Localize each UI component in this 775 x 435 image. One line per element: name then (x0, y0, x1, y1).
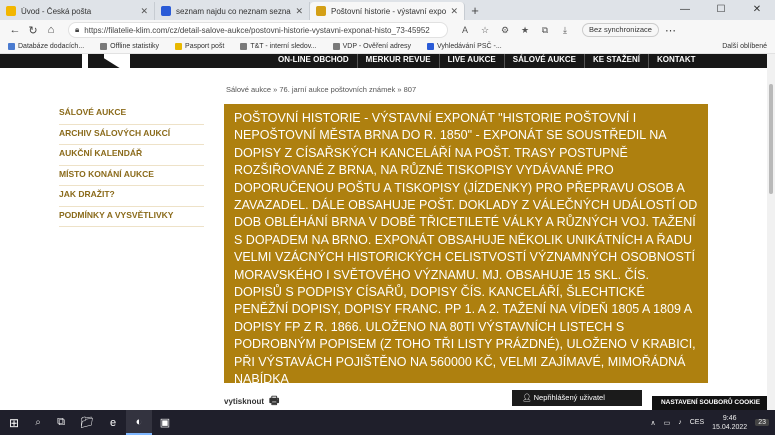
store-icon[interactable]: ▣ (152, 410, 178, 435)
bookmark-icon (8, 43, 15, 50)
download-icon[interactable]: ⤓ (558, 25, 572, 36)
page-scrollbar[interactable] (767, 54, 775, 410)
browser-tab-bar: Úvod - Česká pošta ✕ seznam najdu co nez… (0, 0, 775, 20)
nav-ke-stazeni[interactable]: KE STAŽENÍ (584, 54, 648, 68)
tab-title: Úvod - Česká pošta (21, 6, 92, 16)
sidebar-menu: SÁLOVÉ AUKCE ARCHIV SÁLOVÝCH AUKCÍ AUKČN… (59, 104, 204, 227)
login-panel[interactable]: 👤︎ Nepřihlášený uživatel (512, 390, 642, 406)
collections-icon[interactable]: ⧉ (538, 25, 552, 36)
bookmark-icon (100, 43, 108, 50)
task-view-icon[interactable]: ⧉ (48, 410, 74, 435)
url-field[interactable]: 🔒︎ https://filatelie-klim.com/cz/detail-… (68, 22, 448, 38)
system-tray: ∧ ▭ ♪ CES 9:46 15.04.2022 23 (643, 410, 769, 435)
more-menu-icon[interactable]: ⋯ (665, 24, 676, 37)
bookmark-item[interactable]: T&T - interní sledov... (240, 43, 317, 50)
login-status: Nepřihlášený uživatel (533, 393, 605, 402)
cookie-settings-button[interactable]: NASTAVENÍ SOUBORŮ COOKIE (652, 396, 769, 410)
logo-shape (104, 54, 130, 68)
bookmark-item[interactable]: Vyhledávání PSČ -... (426, 43, 502, 50)
print-label: vytisknout (224, 397, 265, 406)
nav-live-aukce[interactable]: LIVE AUKCE (438, 54, 504, 68)
bookmark-item[interactable]: Databáze dodacích... (8, 43, 84, 50)
user-icon: 👤︎ (522, 393, 534, 402)
sidebar-item-jak-drazit[interactable]: JAK DRAŽIT? (59, 186, 204, 207)
address-bar-row: ← ↻ ⌂ 🔒︎ https://filatelie-klim.com/cz/d… (0, 20, 775, 40)
network-icon[interactable]: ▭ (664, 419, 671, 427)
sidebar-item-podminky[interactable]: PODMÍNKY A VYSVĚTLIVKY (59, 207, 204, 227)
bookmark-item[interactable]: VDP - Ověření adresy (332, 43, 411, 50)
bookmark-icon (426, 43, 434, 50)
tray-arrow-icon[interactable]: ∧ (651, 419, 656, 427)
browser-tab-active[interactable]: Poštovní historie - výstavní expo... ✕ (310, 2, 465, 20)
back-arrow-icon[interactable]: ← (6, 24, 24, 36)
home-icon[interactable]: ⌂ (42, 24, 60, 36)
lot-description: Poštovní historie - výstavní exponát "Hi… (224, 104, 708, 383)
breadcrumb[interactable]: Sálové aukce » 76. jarní aukce poštovníc… (226, 85, 416, 94)
bookmark-icon (175, 43, 183, 50)
bookmark-label: Databáze dodacích... (18, 43, 85, 50)
bookmark-item[interactable]: Offline statistiky (100, 43, 159, 50)
close-tab-icon[interactable]: ✕ (450, 6, 458, 17)
window-controls: — ☐ ✕ (667, 0, 775, 20)
bookmark-label: Pasport pošt (185, 43, 225, 50)
bookmark-icon (332, 43, 340, 50)
read-aloud-icon[interactable]: A (458, 25, 472, 36)
logo-shape (82, 54, 88, 68)
site-logo[interactable] (76, 54, 130, 68)
sidebar-item-kalendar[interactable]: AUKČNÍ KALENDÁŘ (59, 145, 204, 166)
profile-sync-button[interactable]: Bez synchronizace (582, 23, 659, 37)
bookmark-label: Vyhledávání PSČ -... (436, 43, 502, 50)
refresh-icon[interactable]: ↻ (24, 24, 42, 37)
nav-online-obchod[interactable]: ON-LINE OBCHOD (278, 54, 357, 68)
favorites-icon[interactable]: ★ (518, 25, 532, 36)
scrollbar-thumb[interactable] (769, 84, 773, 194)
volume-icon[interactable]: ♪ (678, 419, 682, 426)
clock-time: 9:46 (722, 414, 737, 422)
maximize-icon[interactable]: ☐ (703, 0, 739, 20)
close-tab-icon[interactable]: ✕ (295, 6, 303, 17)
windows-taskbar: ⊞ ⌕ ⧉ 📁︎ e ◐ ▣ ∧ ▭ ♪ CES 9:46 15.04.2022… (0, 410, 775, 435)
close-window-icon[interactable]: ✕ (739, 0, 775, 20)
seznam-favicon-icon (161, 6, 171, 16)
other-favorites-folder[interactable]: Další oblíbené (722, 40, 767, 54)
extensions-icon[interactable]: ⚙ (498, 25, 512, 36)
nav-merkur-revue[interactable]: MERKUR REVUE (356, 54, 439, 68)
windows-start-icon[interactable]: ⊞ (0, 416, 28, 430)
minimize-icon[interactable]: — (667, 0, 703, 20)
nav-salove-aukce[interactable]: SÁLOVÉ AUKCE (503, 54, 584, 68)
notification-badge[interactable]: 23 (755, 419, 769, 426)
language-indicator[interactable]: CES (690, 419, 704, 426)
edge-icon[interactable]: ◐ (126, 410, 152, 435)
tab-title: seznam najdu co neznam seznam (176, 6, 292, 16)
tab-title: Poštovní historie - výstavní expo... (331, 6, 447, 16)
clock-date: 15.04.2022 (712, 423, 748, 431)
nav-kontakt[interactable]: KONTAKT (647, 54, 704, 68)
new-tab-button[interactable]: + (465, 2, 485, 20)
print-link[interactable]: vytisknout 🖶︎ (224, 392, 279, 411)
bookmark-label: Offline statistiky (110, 43, 160, 50)
browser-toolbar-icons: A ☆ ⚙ ★ ⧉ ⤓ (458, 25, 572, 36)
clock[interactable]: 9:46 15.04.2022 (712, 414, 747, 432)
internet-explorer-icon[interactable]: e (100, 410, 126, 435)
search-icon[interactable]: ⌕ (28, 417, 48, 428)
browser-tab[interactable]: Úvod - Česká pošta ✕ (0, 2, 155, 20)
filatelie-favicon-icon (316, 6, 326, 16)
bookmark-item[interactable]: Pasport pošt (175, 43, 224, 50)
lock-icon: 🔒︎ (75, 25, 80, 34)
close-tab-icon[interactable]: ✕ (140, 6, 148, 17)
browser-tab[interactable]: seznam najdu co neznam seznam ✕ (155, 2, 310, 20)
bookmarks-bar: Databáze dodacích... Offline statistiky … (0, 40, 775, 54)
sidebar-item-misto[interactable]: MÍSTO KONÁNÍ AUKCE (59, 166, 204, 186)
url-text: https://filatelie-klim.com/cz/detail-sal… (84, 25, 430, 35)
ceska-posta-favicon-icon (6, 6, 16, 16)
bookmark-label: T&T - interní sledov... (250, 43, 317, 50)
bookmark-label: VDP - Ověření adresy (342, 43, 411, 50)
main-navigation: ON-LINE OBCHOD MERKUR REVUE LIVE AUKCE S… (278, 54, 703, 68)
bookmark-icon (240, 43, 248, 50)
sidebar-item-salove-aukce[interactable]: SÁLOVÉ AUKCE (59, 104, 204, 125)
printer-icon: 🖶︎ (269, 395, 280, 407)
sidebar-item-archiv[interactable]: ARCHIV SÁLOVÝCH AUKCÍ (59, 125, 204, 145)
favorite-star-icon[interactable]: ☆ (478, 25, 492, 36)
file-explorer-icon[interactable]: 📁︎ (74, 410, 100, 435)
